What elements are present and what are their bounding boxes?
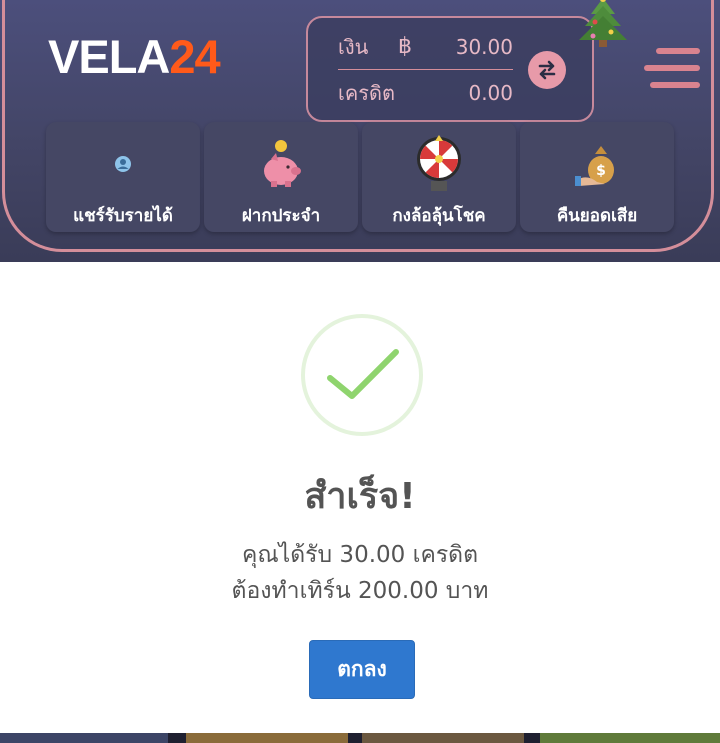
quick-menu-label: ฝากประจำ (241, 206, 321, 226)
quick-menu-lucky-wheel[interactable]: กงล้อลุ้นโชค (362, 122, 516, 232)
wallet-panel: เงิน ฿ 30.00 เครดิต 0.00 (306, 16, 594, 122)
menu-bar (644, 65, 700, 71)
money-row: เงิน ฿ 30.00 (338, 32, 513, 68)
quick-menu-deposit[interactable]: ฝากประจำ (204, 122, 358, 232)
baht-icon: ฿ (398, 34, 412, 59)
game-thumbnail[interactable] (362, 733, 524, 743)
user-icon (115, 156, 131, 172)
quick-menu-label: กงล้อลุ้นโชค (392, 206, 486, 226)
modal-turnover-message: ต้องทำเทิร์น 200.00 บาท (231, 578, 489, 604)
prize-wheel-icon (417, 135, 461, 191)
success-check-icon (301, 314, 423, 436)
swap-button[interactable] (528, 51, 566, 89)
modal-title: สำเร็จ! (304, 476, 416, 517)
success-modal: สำเร็จ! คุณได้รับ 30.00 เครดิต ต้องทำเทิ… (0, 262, 720, 733)
piggy-bank-icon (264, 140, 301, 187)
logo-number: 24 (169, 30, 220, 83)
money-label: เงิน (338, 35, 369, 59)
game-thumbnail[interactable] (0, 733, 168, 743)
money-bag-icon: $ (575, 146, 614, 186)
swap-arrows-icon (538, 60, 556, 80)
wallet-divider (338, 69, 513, 70)
ok-button[interactable]: ตกลง (309, 640, 415, 699)
quick-menu-cashback[interactable]: $ คืนยอดเสีย (520, 122, 674, 232)
quick-menu-label: คืนยอดเสีย (556, 206, 638, 226)
quick-menu-label: แชร์รับรายได้ (73, 206, 173, 226)
quick-menu-share-income[interactable]: แชร์รับรายได้ (46, 122, 200, 232)
site-header: VELA24 เงิน ฿ 30.00 เครดิต 0.00 แชร์รับร… (0, 0, 720, 262)
svg-text:$: $ (596, 163, 606, 179)
credit-row: เครดิต 0.00 (338, 78, 513, 114)
menu-bar (650, 82, 700, 88)
logo-text: VELA (48, 30, 170, 83)
game-thumbnail-strip (0, 733, 720, 743)
modal-credit-message: คุณได้รับ 30.00 เครดิต (241, 542, 479, 568)
credit-label: เครดิต (338, 81, 395, 105)
game-thumbnail[interactable] (186, 733, 348, 743)
menu-bar (656, 48, 700, 54)
site-logo[interactable]: VELA24 (48, 28, 221, 86)
hamburger-menu-button[interactable] (642, 48, 704, 92)
money-value: 30.00 (455, 35, 513, 59)
christmas-tree-icon (579, 0, 627, 47)
game-thumbnail[interactable] (540, 733, 720, 743)
credit-value: 0.00 (468, 81, 513, 105)
